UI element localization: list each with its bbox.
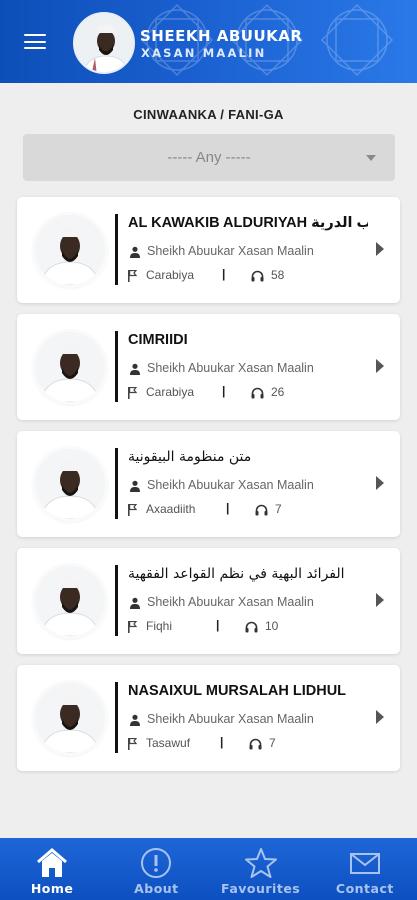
meta-separator: | — [222, 384, 226, 398]
sheikh-avatar — [73, 12, 135, 74]
lesson-title: AL KAWAKIB ALDURIYAH الكواكب الدرية — [128, 215, 368, 231]
sheikh-avatar — [35, 683, 105, 753]
play-count: 58 — [271, 268, 285, 282]
flag-icon — [128, 620, 138, 633]
person-icon — [130, 480, 140, 492]
sheikh-avatar — [35, 566, 105, 636]
play-count: 7 — [275, 502, 282, 516]
meta-separator: | — [226, 501, 230, 515]
menu-button[interactable] — [24, 34, 46, 50]
bottom-navigation: Home About Favourites Contact — [0, 838, 417, 900]
chevron-right-icon[interactable] — [376, 476, 384, 490]
card-divider — [115, 565, 118, 636]
card-divider — [115, 331, 118, 402]
meta-separator: | — [216, 618, 220, 632]
headphones-icon — [249, 738, 262, 750]
sheikh-avatar — [35, 332, 105, 402]
headphones-icon — [251, 270, 264, 282]
chevron-right-icon[interactable] — [376, 359, 384, 373]
category-dropdown[interactable]: ----- Any ----- — [23, 134, 395, 181]
lesson-category: Tasawuf — [146, 736, 191, 750]
star-icon — [244, 848, 277, 878]
nav-about-label: About — [134, 881, 179, 896]
play-count: 10 — [265, 619, 279, 633]
card-divider — [115, 448, 118, 519]
mail-icon — [349, 853, 380, 874]
lesson-card[interactable]: AL KAWAKIB ALDURIYAH الكواكب الدرية Shei… — [17, 197, 400, 303]
person-icon — [130, 597, 140, 609]
lesson-category: Axaadiith — [146, 502, 196, 516]
flag-icon — [128, 386, 138, 399]
play-count: 7 — [269, 736, 276, 750]
flag-icon — [128, 737, 138, 750]
person-icon — [130, 714, 140, 726]
lesson-author: Sheikh Abuukar Xasan Maalin — [147, 244, 314, 258]
chevron-down-icon — [366, 155, 376, 161]
meta-separator: | — [220, 735, 224, 749]
lesson-author: Sheikh Abuukar Xasan Maalin — [147, 361, 314, 375]
category-filter-label: CINWAANKA / FANI-GA — [133, 107, 284, 122]
nav-favourites[interactable]: Favourites — [209, 838, 313, 900]
card-divider — [115, 682, 118, 753]
lesson-title: CIMRIIDI — [128, 332, 188, 348]
chevron-right-icon[interactable] — [376, 242, 384, 256]
app-title: SHEEKH ABUUKAR — [140, 27, 303, 45]
lesson-title: متن منظومة البيقونية — [128, 449, 252, 465]
sheikh-avatar — [35, 215, 105, 285]
home-icon — [37, 848, 68, 877]
headphones-icon — [245, 621, 258, 633]
lesson-author: Sheikh Abuukar Xasan Maalin — [147, 478, 314, 492]
sheikh-avatar — [35, 449, 105, 519]
nav-contact[interactable]: Contact — [313, 838, 417, 900]
lesson-card[interactable]: CIMRIIDI Sheikh Abuukar Xasan Maalin Car… — [17, 314, 400, 420]
flag-icon — [128, 503, 138, 516]
lesson-category: Carabiya — [146, 268, 195, 282]
nav-home-label: Home — [30, 881, 74, 896]
nav-contact-label: Contact — [335, 881, 394, 896]
lesson-category: Carabiya — [146, 385, 195, 399]
flag-icon — [128, 269, 138, 282]
lesson-title: الفرائد البهية في نظم القواعد الفقهية — [128, 566, 345, 582]
lesson-author: Sheikh Abuukar Xasan Maalin — [147, 595, 314, 609]
chevron-right-icon[interactable] — [376, 710, 384, 724]
lesson-card[interactable]: الفرائد البهية في نظم القواعد الفقهية Sh… — [17, 548, 400, 654]
nav-home[interactable]: Home — [0, 838, 104, 900]
card-divider — [115, 214, 118, 285]
person-icon — [130, 363, 140, 375]
lesson-card[interactable]: NASAIXUL MURSALAH LIDHUL Sheikh Abuukar … — [17, 665, 400, 771]
meta-separator: | — [222, 267, 226, 281]
headphones-icon — [255, 504, 268, 516]
chevron-right-icon[interactable] — [376, 593, 384, 607]
dropdown-selected-value: ----- Any ----- — [167, 149, 251, 166]
nav-favourites-label: Favourites — [221, 881, 301, 896]
nav-about[interactable]: About — [104, 838, 208, 900]
play-count: 26 — [271, 385, 285, 399]
person-icon — [130, 246, 140, 258]
lesson-title: NASAIXUL MURSALAH LIDHUL — [128, 683, 347, 699]
app-subtitle: XASAN MAALIN — [141, 46, 267, 60]
app-header: SHEEKH ABUUKAR XASAN MAALIN — [0, 0, 417, 83]
lesson-card[interactable]: متن منظومة البيقونية Sheikh Abuukar Xasa… — [17, 431, 400, 537]
headphones-icon — [251, 387, 264, 399]
lesson-author: Sheikh Abuukar Xasan Maalin — [147, 712, 314, 726]
lesson-category: Fiqhi — [146, 619, 173, 633]
info-icon — [141, 848, 172, 878]
